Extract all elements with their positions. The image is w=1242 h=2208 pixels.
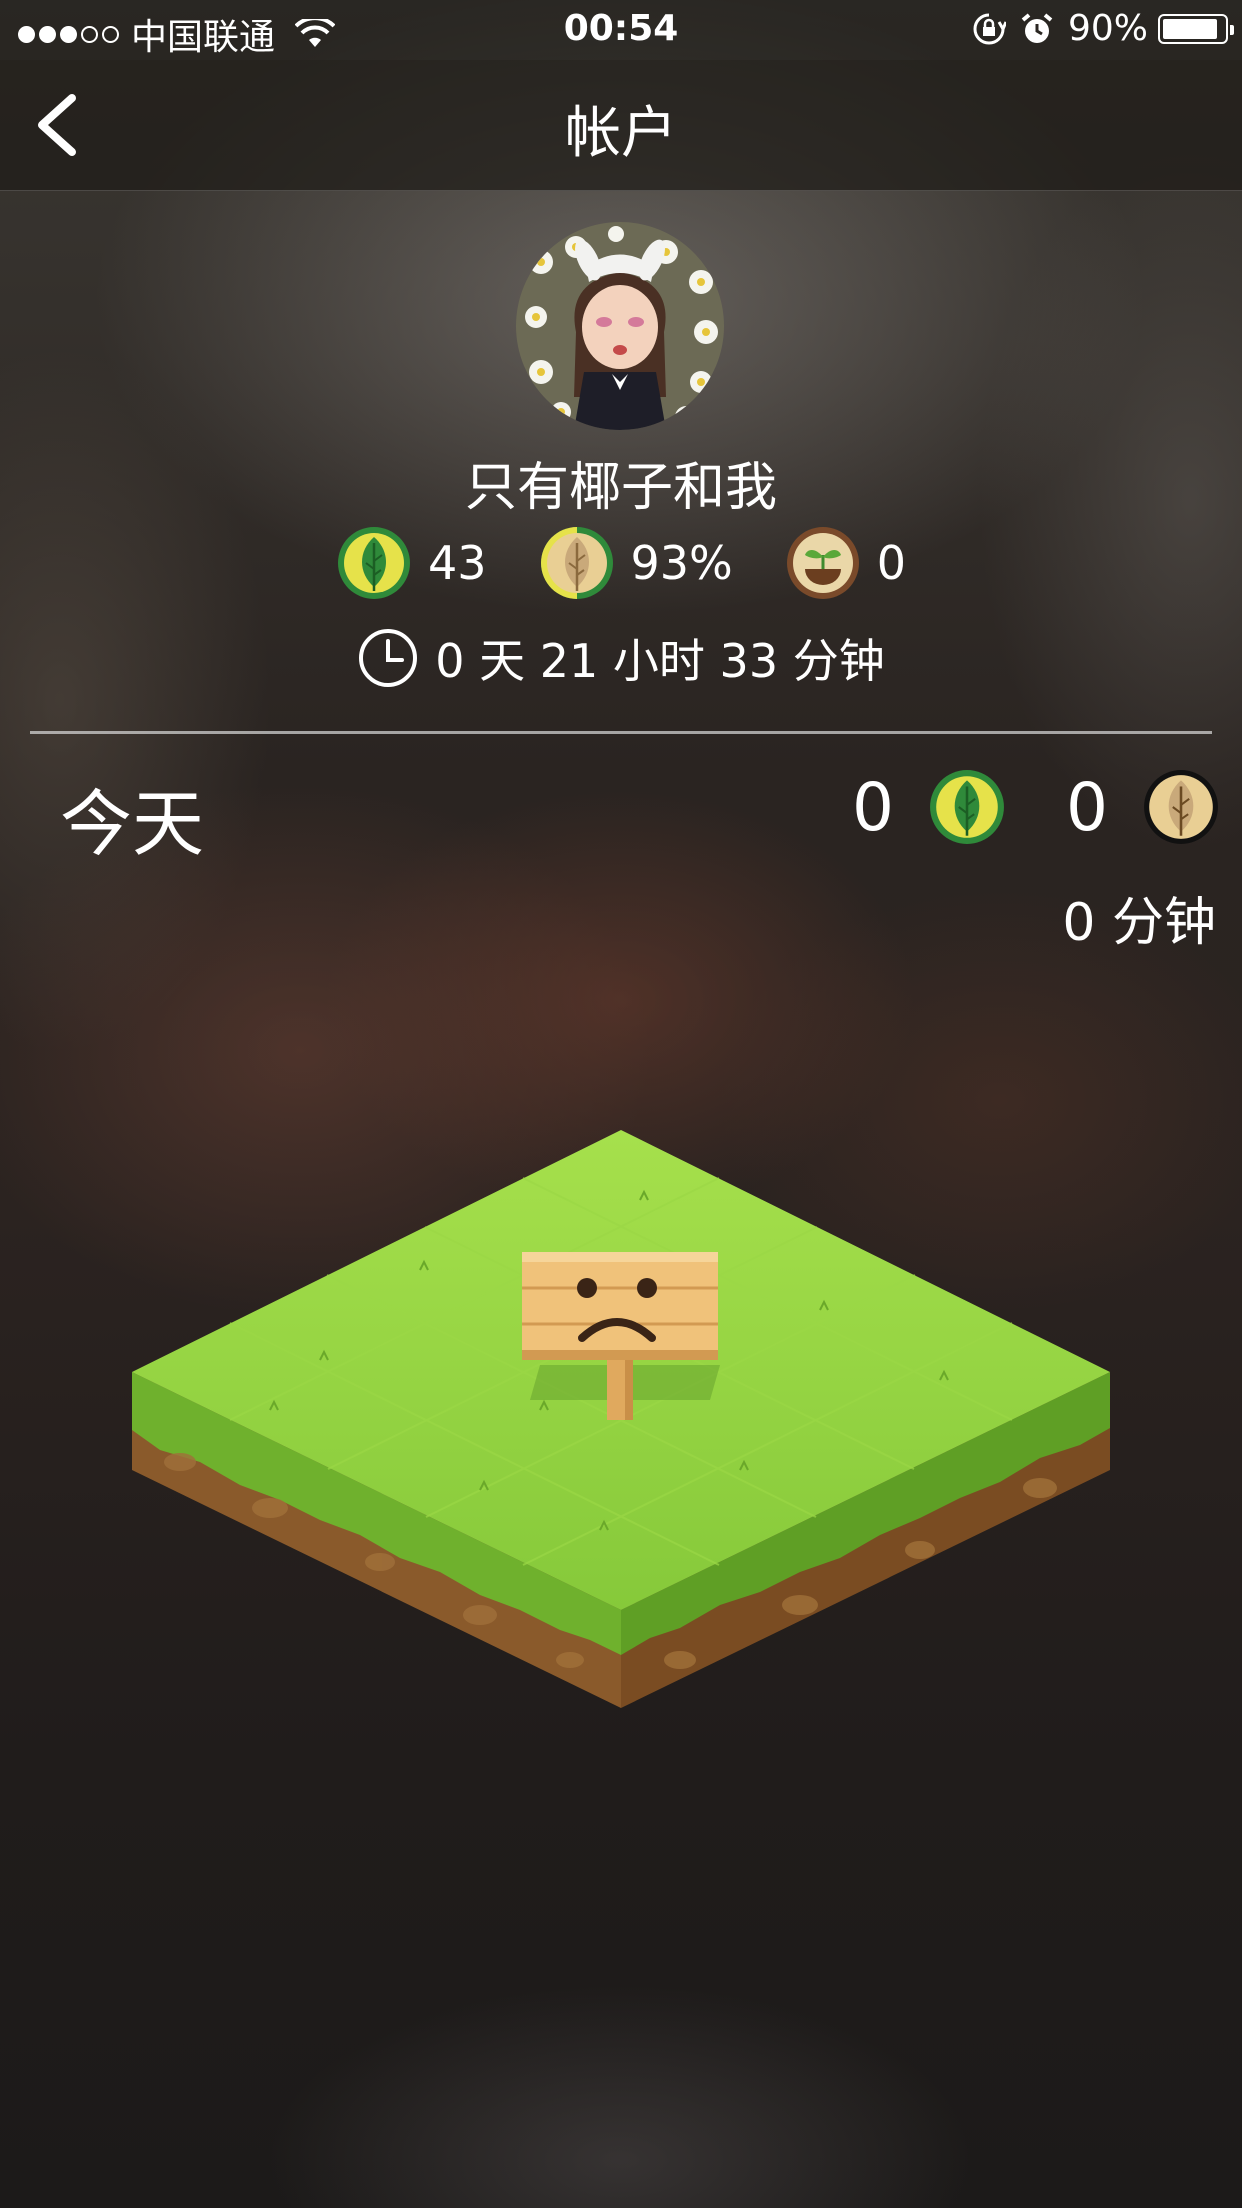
- status-bar: 中国联通 00:54 90%: [0, 0, 1242, 60]
- today-minutes: 0 分钟: [1062, 893, 1216, 953]
- healthy-tree-icon: [337, 527, 410, 599]
- doll-avatar-image: [516, 222, 724, 430]
- status-bar-right: 90%: [972, 8, 1234, 49]
- profile-stats: 43 93% 0: [0, 525, 1242, 601]
- divider: [30, 731, 1212, 734]
- saplings-count: 0: [876, 536, 907, 590]
- today-stats: 0 0: [852, 768, 1220, 846]
- page-title: 帐户: [565, 101, 677, 166]
- clock-icon: [359, 629, 418, 687]
- rotation-lock-icon: [973, 13, 1006, 44]
- today-withered-count: 0: [1066, 768, 1108, 846]
- today-healthy-count: 0: [852, 768, 894, 846]
- success-rate-value: 93%: [630, 536, 733, 590]
- success-rate-leaf-icon: [540, 527, 613, 599]
- sapling-pot-icon: [786, 527, 859, 599]
- battery-percent: 90%: [1067, 8, 1148, 49]
- healthy-tree-icon: [930, 770, 1004, 844]
- empty-forest-island: [132, 1130, 1110, 1708]
- battery-fill: [1163, 18, 1217, 39]
- battery-icon: [1158, 13, 1234, 44]
- total-focus-time: 0 天 21 小时 33 分钟: [0, 625, 1242, 691]
- total-time-text: 0 天 21 小时 33 分钟: [435, 634, 885, 688]
- healthy-trees-count: 43: [427, 536, 487, 590]
- saplings-stat: 0: [785, 525, 906, 601]
- today-label: 今天: [60, 782, 205, 866]
- success-rate-stat: 93%: [539, 525, 733, 601]
- nav-bar: 帐户: [0, 60, 1242, 191]
- withered-tree-icon: [1144, 770, 1218, 844]
- healthy-trees-stat: 43: [336, 525, 487, 601]
- avatar[interactable]: [516, 222, 724, 430]
- alarm-icon: [1021, 12, 1053, 43]
- username: 只有椰子和我: [464, 458, 777, 518]
